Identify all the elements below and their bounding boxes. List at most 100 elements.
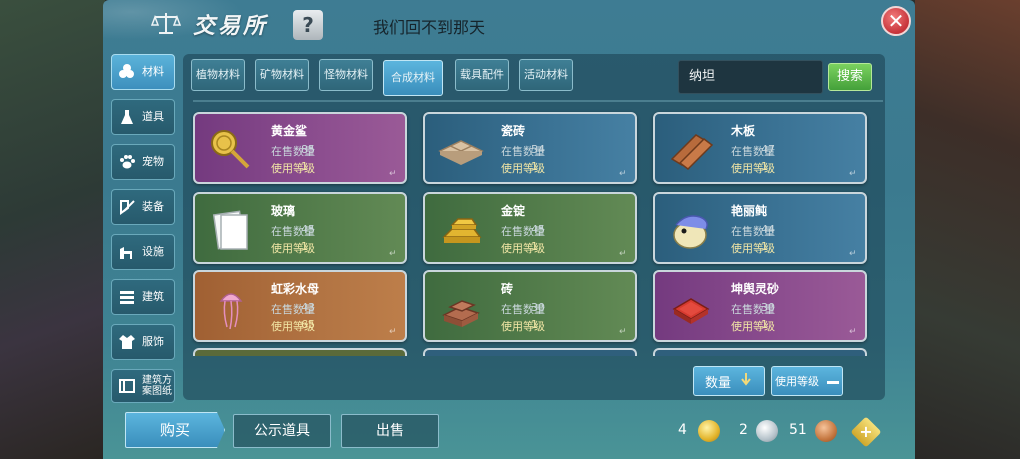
gold-count: 4	[678, 422, 687, 438]
item-card-partial	[653, 348, 867, 356]
item-name: 瓷砖	[501, 124, 526, 138]
potion-icon	[118, 108, 136, 126]
use-level-value: 1	[531, 160, 538, 173]
tab-mineral-materials[interactable]: 矿物材料	[255, 59, 309, 91]
use-level-label: 使用等级	[501, 162, 545, 175]
brick-icon	[433, 280, 489, 336]
sidebar-item-label: 道具	[142, 110, 164, 123]
public-items-tab-button[interactable]: 公示道具	[233, 414, 331, 448]
buy-tab-button[interactable]: 购买	[125, 412, 225, 448]
item-name: 坤舆灵砂	[731, 282, 780, 296]
corner-mark-icon: ↵	[619, 169, 627, 179]
sidebar-item-facilities[interactable]: 设施	[111, 234, 175, 270]
use-level-value: 1	[531, 318, 538, 331]
on-sale-value: 45	[301, 223, 315, 236]
main-panel: 植物材料 矿物材料 怪物材料 合成材料 载具配件 活动材料 纳坦 搜索 黄金鲨 …	[183, 54, 885, 400]
page-title: 交易所	[193, 14, 269, 39]
sort-level-label: 使用等级	[775, 375, 819, 388]
sell-tab-button[interactable]: 出售	[341, 414, 439, 448]
item-card[interactable]: 坤舆灵砂 在售数量 30 使用等级 1 ↵	[653, 270, 867, 342]
sidebar-item-buildings[interactable]: 建筑	[111, 279, 175, 315]
item-card[interactable]: 虹彩水母 在售数量 43 使用等级 65 ↵	[193, 270, 407, 342]
sidebar-item-label: 建筑	[142, 290, 164, 303]
item-card[interactable]: 金锭 在售数量 45 使用等级 1 ↵	[423, 192, 637, 264]
corner-mark-icon: ↵	[389, 169, 397, 179]
facility-icon	[118, 243, 136, 261]
bronze-coin-icon	[815, 420, 837, 442]
plank-icon	[663, 122, 719, 178]
use-level-value: 1	[301, 160, 308, 173]
clothing-icon	[118, 333, 136, 351]
corner-mark-icon: ↵	[849, 249, 857, 259]
sort-level-button[interactable]: 使用等级	[771, 366, 843, 396]
tab-vehicle-parts[interactable]: 载具配件	[455, 59, 509, 91]
item-name: 木板	[731, 124, 756, 138]
corner-mark-icon: ↵	[389, 249, 397, 259]
corner-mark-icon: ↵	[389, 327, 397, 337]
item-name: 虹彩水母	[271, 282, 320, 296]
corner-mark-icon: ↵	[619, 327, 627, 337]
sidebar-item-label: 装备	[142, 200, 164, 213]
item-card[interactable]: 木板 在售数量 47 使用等级 1 ↵	[653, 112, 867, 184]
equipment-icon	[118, 198, 136, 216]
materials-icon	[118, 63, 136, 81]
on-sale-value: 54	[531, 143, 545, 156]
divider	[193, 100, 883, 102]
scale-icon	[151, 13, 181, 34]
sort-quantity-label: 数量	[704, 375, 731, 391]
exchange-window: 交易所 ? 我们回不到那天 材料 道具 宠物 装备 设施 建筑 服饰 建筑方案图…	[103, 0, 915, 459]
use-level-label: 使用等级	[501, 242, 545, 255]
use-level-value: 65	[301, 318, 315, 331]
item-card[interactable]: 瓷砖 在售数量 54 使用等级 1 ↵	[423, 112, 637, 184]
search-input[interactable]: 纳坦	[678, 60, 823, 94]
help-button[interactable]: ?	[293, 10, 323, 40]
item-card[interactable]: 砖 在售数量 30 使用等级 1 ↵	[423, 270, 637, 342]
sidebar-item-label: 设施	[142, 245, 164, 258]
on-sale-value: 30	[531, 301, 545, 314]
corner-mark-icon: ↵	[619, 249, 627, 259]
blueprint-icon	[118, 377, 136, 395]
sidebar-item-label: 宠物	[142, 155, 164, 168]
sidebar-item-equipment[interactable]: 装备	[111, 189, 175, 225]
jellyfish-icon	[203, 280, 259, 336]
tab-synthetic-materials[interactable]: 合成材料	[383, 60, 443, 96]
sidebar-item-label: 服饰	[142, 335, 164, 348]
item-card[interactable]: 黄金鲨 在售数量 85 使用等级 1 ↵	[193, 112, 407, 184]
search-button[interactable]: 搜索	[828, 63, 872, 91]
on-sale-value: 45	[531, 223, 545, 236]
background-left	[0, 0, 105, 459]
silver-count: 2	[739, 422, 748, 438]
sidebar-item-pets[interactable]: 宠物	[111, 144, 175, 180]
use-level-label: 使用等级	[501, 320, 545, 333]
sidebar-item-materials[interactable]: 材料	[111, 54, 175, 90]
sort-quantity-button[interactable]: 数量	[693, 366, 765, 396]
sidebar-item-blueprints[interactable]: 建筑方案图纸	[111, 369, 175, 403]
pufferfish-icon	[663, 202, 719, 258]
corner-mark-icon: ↵	[849, 327, 857, 337]
item-grid: 黄金鲨 在售数量 85 使用等级 1 ↵ 瓷砖 在售数量 54 使用等级 1 ↵	[191, 106, 881, 356]
item-card[interactable]: 玻璃 在售数量 45 使用等级 1 ↵	[193, 192, 407, 264]
arrow-down-icon	[739, 372, 753, 390]
close-button[interactable]: ✕	[881, 6, 911, 36]
tab-event-materials[interactable]: 活动材料	[519, 59, 573, 91]
gold-ingot-icon	[433, 202, 489, 258]
add-currency-button[interactable]: +	[850, 416, 882, 448]
sidebar-item-clothing[interactable]: 服饰	[111, 324, 175, 360]
tab-monster-materials[interactable]: 怪物材料	[319, 59, 373, 91]
bottom-bar: 购买 公示道具 出售 4 2 51 +	[103, 402, 915, 459]
use-level-value: 1	[531, 240, 538, 253]
item-card-partial	[193, 348, 407, 356]
use-level-value: 1	[301, 240, 308, 253]
dash-icon	[827, 374, 839, 389]
paw-icon	[118, 153, 136, 171]
tile-icon	[433, 122, 489, 178]
on-sale-value: 30	[761, 301, 775, 314]
red-sand-icon	[663, 280, 719, 336]
sidebar-item-props[interactable]: 道具	[111, 99, 175, 135]
tab-plant-materials[interactable]: 植物材料	[191, 59, 245, 91]
item-name: 艳丽鲀	[731, 204, 768, 218]
use-level-label: 使用等级	[271, 242, 315, 255]
item-card[interactable]: 艳丽鲀 在售数量 44 使用等级 1 ↵	[653, 192, 867, 264]
use-level-label: 使用等级	[271, 162, 315, 175]
building-icon	[118, 288, 136, 306]
